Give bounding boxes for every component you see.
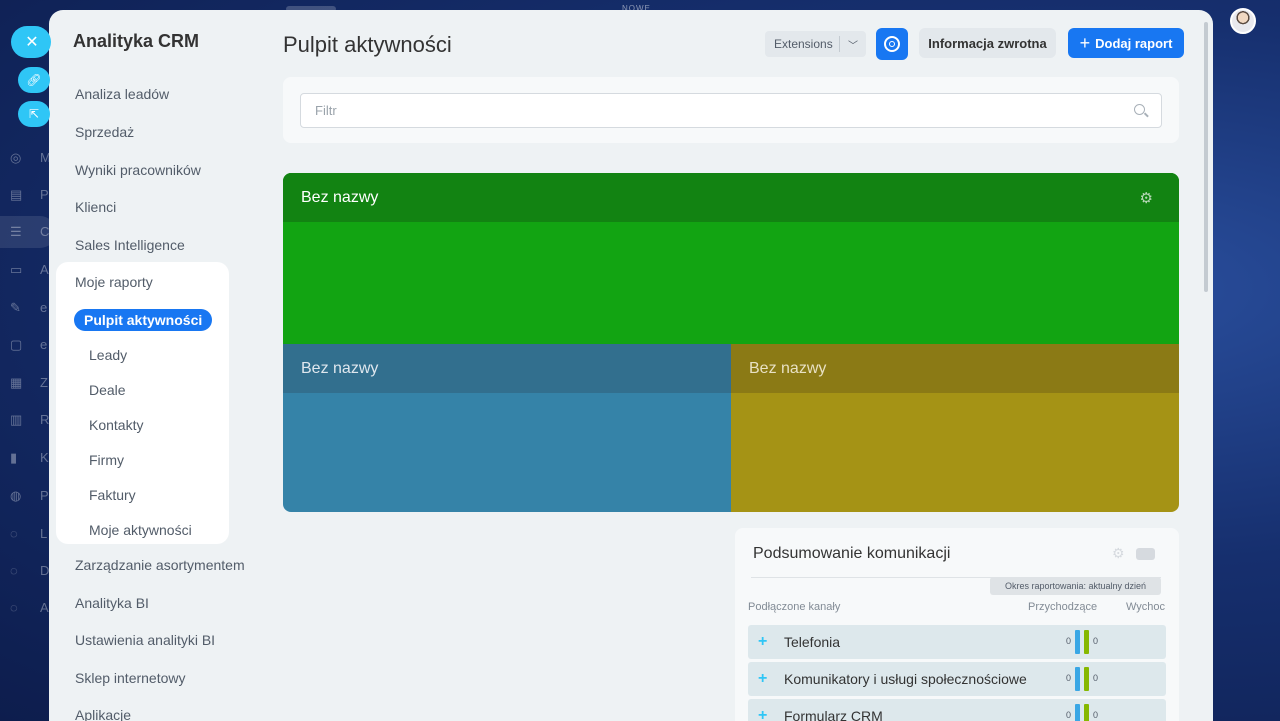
- incoming-count: 0: [1066, 636, 1072, 646]
- menu-item-bi-settings[interactable]: Ustawienia analityki BI: [75, 632, 215, 648]
- background-rail-item: ▭ A: [10, 262, 49, 277]
- menu-item-activity-dashboard[interactable]: Pulpit aktywności: [74, 309, 213, 331]
- background-rail-item: ◍ P: [10, 488, 49, 503]
- expand-icon[interactable]: +: [758, 670, 767, 688]
- my-reports-group: Moje raporty Pulpit aktywności Leady Dea…: [56, 262, 229, 544]
- expand-icon[interactable]: +: [758, 707, 767, 721]
- user-avatar[interactable]: [1230, 8, 1256, 34]
- filter-input[interactable]: Filtr: [300, 93, 1162, 128]
- widget-green[interactable]: Bez nazwy ⚙: [283, 173, 1179, 344]
- search-icon[interactable]: [1134, 104, 1145, 115]
- channel-name: Telefonia: [784, 634, 841, 650]
- settings-button[interactable]: [876, 28, 908, 60]
- outgoing-count: 0: [1093, 710, 1099, 720]
- close-icon: ✕: [25, 34, 39, 51]
- background-rail-item: ▮ K: [10, 450, 49, 465]
- background-rail-item: ▦ Z: [10, 375, 48, 390]
- channel-row[interactable]: + Komunikatory i usługi społecznościowe …: [748, 662, 1166, 696]
- channel-name: Komunikatory i usługi społecznościowe: [784, 671, 1027, 687]
- outgoing-bar: [1084, 630, 1089, 654]
- widget-header: Bez nazwy: [731, 344, 1179, 393]
- page-title: Pulpit aktywności: [283, 32, 452, 57]
- submenu-item-leads[interactable]: Leady: [89, 347, 127, 363]
- incoming-bar: [1075, 630, 1080, 654]
- feedback-button[interactable]: Informacja zwrotna: [919, 28, 1056, 58]
- submenu-item-my-activities[interactable]: Moje aktywności: [89, 522, 192, 538]
- channel-name: Formularz CRM: [784, 708, 883, 721]
- outgoing-count: 0: [1093, 636, 1099, 646]
- incoming-bar: [1075, 704, 1080, 721]
- video-icon[interactable]: [1136, 548, 1155, 560]
- add-report-button[interactable]: + Dodaj raport: [1068, 28, 1184, 58]
- widget-title: Bez nazwy: [749, 360, 827, 377]
- menu-item-bi-analytics[interactable]: Analityka BI: [75, 595, 149, 611]
- background-rail-item: ▤ P: [10, 187, 49, 202]
- link-icon: 🔗︎: [26, 73, 42, 87]
- widget-yellow[interactable]: Bez nazwy: [731, 344, 1179, 512]
- background-rail-item: ▥ R: [10, 412, 50, 427]
- menu-item-online-store[interactable]: Sklep internetowy: [75, 670, 186, 686]
- external-link-icon: ⇱: [28, 107, 40, 121]
- background-rail-item: ☰ C: [10, 224, 50, 239]
- channel-row[interactable]: + Telefonia 0 0: [748, 625, 1166, 659]
- gear-icon[interactable]: ⚙: [1112, 545, 1125, 562]
- widget-title: Podsumowanie komunikacji: [753, 545, 951, 562]
- background-rail-item: ◌ A: [10, 600, 49, 615]
- crm-analytics-panel: Analityka CRM Analiza leadów Sprzedaż Wy…: [49, 10, 1213, 721]
- reporting-period-badge: Okres raportowania: aktualny dzień: [990, 577, 1161, 595]
- menu-item-sales[interactable]: Sprzedaż: [75, 124, 134, 140]
- menu-item-my-reports[interactable]: Moje raporty: [75, 274, 153, 290]
- widget-title: Bez nazwy: [301, 360, 379, 377]
- widget-header: Bez nazwy ⚙: [283, 173, 1179, 222]
- outgoing-bar: [1084, 704, 1089, 721]
- panel-scrollbar[interactable]: [1204, 22, 1208, 292]
- menu-title: Analityka CRM: [73, 31, 200, 51]
- chevron-down-icon: ﹀: [848, 40, 858, 52]
- channel-row[interactable]: + Formularz CRM 0 0: [748, 699, 1166, 721]
- widget-title: Bez nazwy: [301, 189, 379, 206]
- menu-item-sales-intelligence[interactable]: Sales Intelligence: [75, 237, 185, 253]
- outgoing-bar: [1084, 667, 1089, 691]
- filter-placeholder: Filtr: [315, 103, 337, 118]
- extensions-label: Extensions: [774, 37, 833, 51]
- submenu-item-contacts[interactable]: Kontakty: [89, 417, 143, 433]
- copy-link-button[interactable]: 🔗︎: [18, 67, 50, 93]
- menu-item-applications[interactable]: Aplikacje: [75, 707, 131, 721]
- background-rail-item: ✎ e: [10, 300, 48, 315]
- incoming-count: 0: [1066, 673, 1072, 683]
- submenu-item-deals[interactable]: Deale: [89, 382, 126, 398]
- gear-icon[interactable]: ⚙: [1140, 189, 1153, 207]
- expand-icon[interactable]: +: [758, 633, 767, 651]
- channel-list: + Telefonia 0 0 + Komunikatory i usługi …: [748, 594, 1166, 721]
- incoming-count: 0: [1066, 710, 1072, 720]
- extensions-dropdown[interactable]: Extensions ﹀: [765, 31, 866, 57]
- add-report-label: Dodaj raport: [1095, 35, 1173, 51]
- menu-item-inventory[interactable]: Zarządzanie asortymentem: [75, 557, 245, 573]
- filter-bar: Filtr: [283, 77, 1179, 143]
- plus-icon: +: [1079, 33, 1091, 53]
- background-rail-item: ▢ e: [10, 337, 48, 352]
- communication-summary-widget: Podsumowanie komunikacji ⚙ Okres raporto…: [735, 528, 1179, 721]
- outgoing-count: 0: [1093, 673, 1099, 683]
- background-rail-item: ◌ D: [10, 563, 50, 578]
- gear-icon: [884, 36, 900, 52]
- submenu-item-companies[interactable]: Firmy: [89, 452, 124, 468]
- submenu-item-invoices[interactable]: Faktury: [89, 487, 136, 503]
- menu-item-clients[interactable]: Klienci: [75, 199, 116, 215]
- menu-item-employee-results[interactable]: Wyniki pracowników: [75, 162, 201, 178]
- close-slider-button[interactable]: ✕: [11, 26, 51, 58]
- background-rail-item: ◎ M: [10, 150, 51, 165]
- incoming-bar: [1075, 667, 1080, 691]
- widget-header: Bez nazwy: [283, 344, 731, 393]
- background-rail-item: ◌ L: [10, 526, 48, 541]
- menu-item-lead-analysis[interactable]: Analiza leadów: [75, 86, 169, 102]
- widget-blue[interactable]: Bez nazwy: [283, 344, 731, 512]
- open-new-window-button[interactable]: ⇱: [18, 101, 50, 127]
